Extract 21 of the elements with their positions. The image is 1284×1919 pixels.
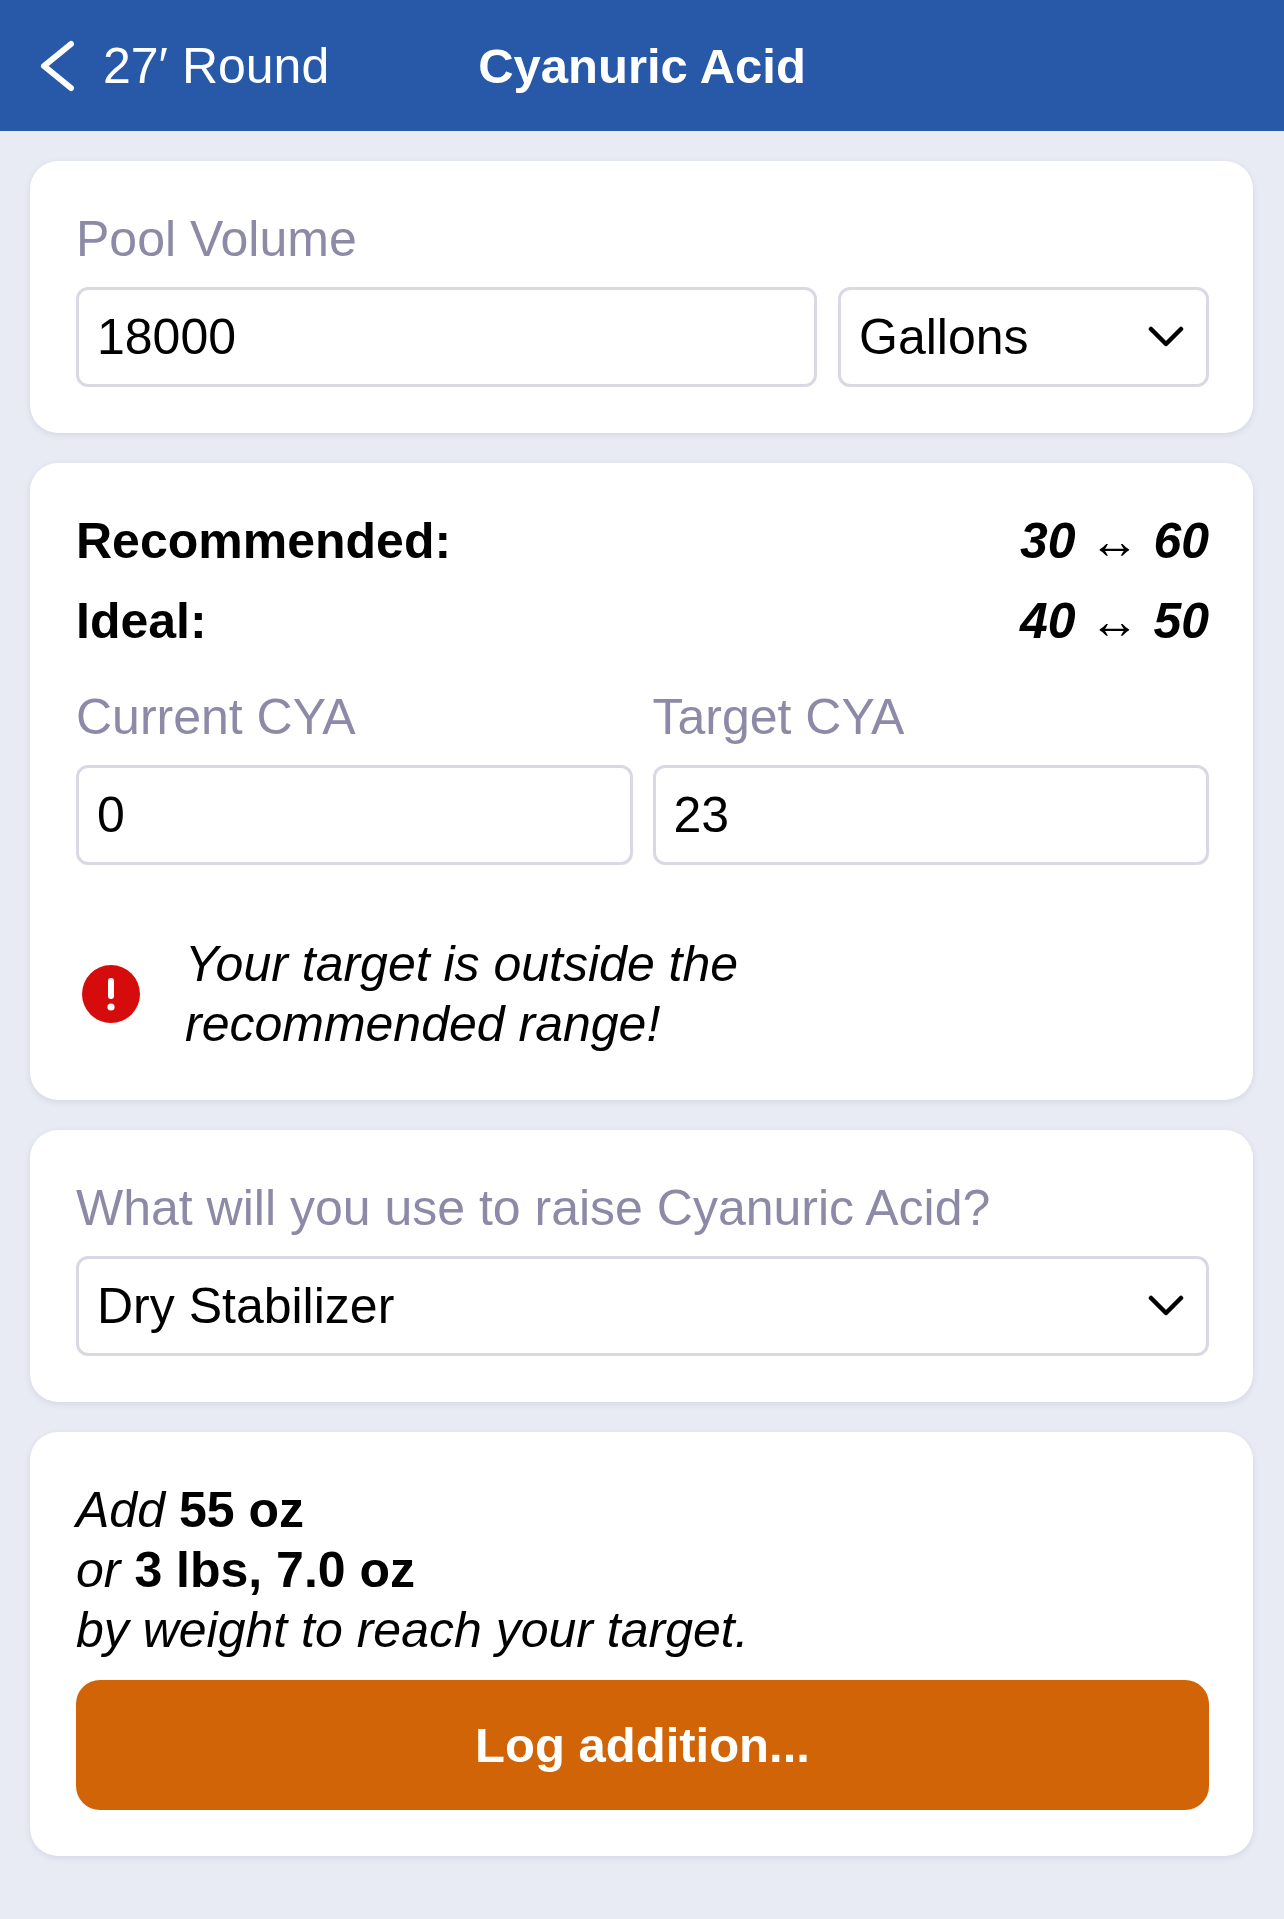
range-label: Ideal: [76,592,207,651]
screen-title: Cyanuric Acid [478,37,806,95]
warning-message: Your target is outside the recommended range! [185,935,740,1054]
alert-icon [82,965,140,1023]
field-label: Pool Volume [76,210,358,269]
target-cya-input[interactable]: 23 [652,765,1209,865]
field-label: Target CYA [652,688,906,747]
unit-dropdown[interactable]: Gallons [838,287,1209,387]
field-label: What will you use to raise Cyanuric Acid? [76,1179,992,1238]
log-addition-button[interactable]: Log addition... [76,1680,1209,1810]
chevron-down-icon [1148,1295,1184,1317]
pool-volume-input[interactable]: 18000 [76,287,817,387]
range-value: 40 ↔ 50 [1020,592,1209,651]
current-cya-input[interactable]: 0 [76,765,633,865]
product-dropdown[interactable]: Dry Stabilizer [76,1256,1209,1356]
range-value: 30 ↔ 60 [1020,512,1209,571]
back-button[interactable]: 27′ Round [39,35,330,96]
range-label: Recommended: [76,512,452,571]
chevron-left-icon [39,39,75,92]
chevron-down-icon [1148,326,1184,348]
field-label: Current CYA [76,688,357,747]
